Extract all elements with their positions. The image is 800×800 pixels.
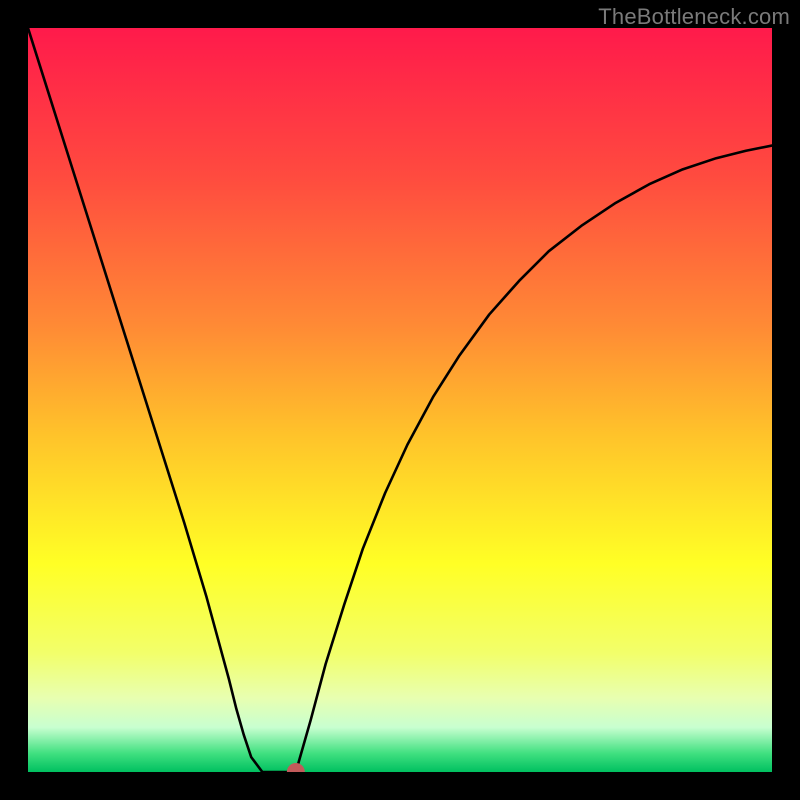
watermark-text: TheBottleneck.com: [598, 4, 790, 30]
chart-frame: TheBottleneck.com: [0, 0, 800, 800]
gradient-background: [28, 28, 772, 772]
bottleneck-chart: [28, 28, 772, 772]
